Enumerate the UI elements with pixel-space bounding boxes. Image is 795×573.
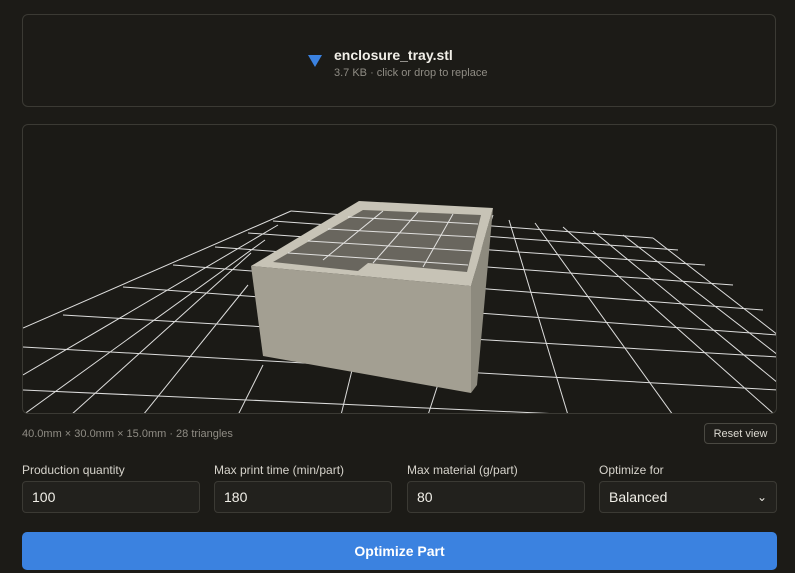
material-input[interactable]: 80: [407, 481, 585, 513]
reset-view-button[interactable]: Reset view: [704, 423, 777, 444]
material-label: Max material (g/part): [407, 463, 518, 477]
viewer-canvas: [23, 201, 776, 413]
chevron-down-icon: ⌄: [756, 490, 767, 504]
model-viewer[interactable]: [22, 124, 777, 414]
file-meta: 3.7 KB · click or drop to replace: [334, 67, 488, 79]
optimize-for-value: Balanced: [609, 489, 668, 505]
optimize-part-button[interactable]: Optimize Part: [22, 532, 777, 570]
quantity-input[interactable]: 100: [22, 481, 200, 513]
model-dimensions: 40.0mm × 30.0mm × 15.0mm · 28 triangles: [22, 428, 233, 440]
optimize-for-select[interactable]: Balanced ⌄: [599, 481, 777, 513]
tray-front-face: [251, 266, 471, 393]
print-time-label: Max print time (min/part): [214, 463, 345, 477]
file-drop-zone[interactable]: enclosure_tray.stl 3.7 KB · click or dro…: [22, 14, 776, 107]
file-name: enclosure_tray.stl: [334, 47, 453, 63]
optimize-for-label: Optimize for: [599, 463, 664, 477]
triangle-down-icon: [308, 55, 322, 67]
quantity-label: Production quantity: [22, 463, 125, 477]
tray-model: [251, 201, 493, 393]
print-time-input[interactable]: 180: [214, 481, 392, 513]
